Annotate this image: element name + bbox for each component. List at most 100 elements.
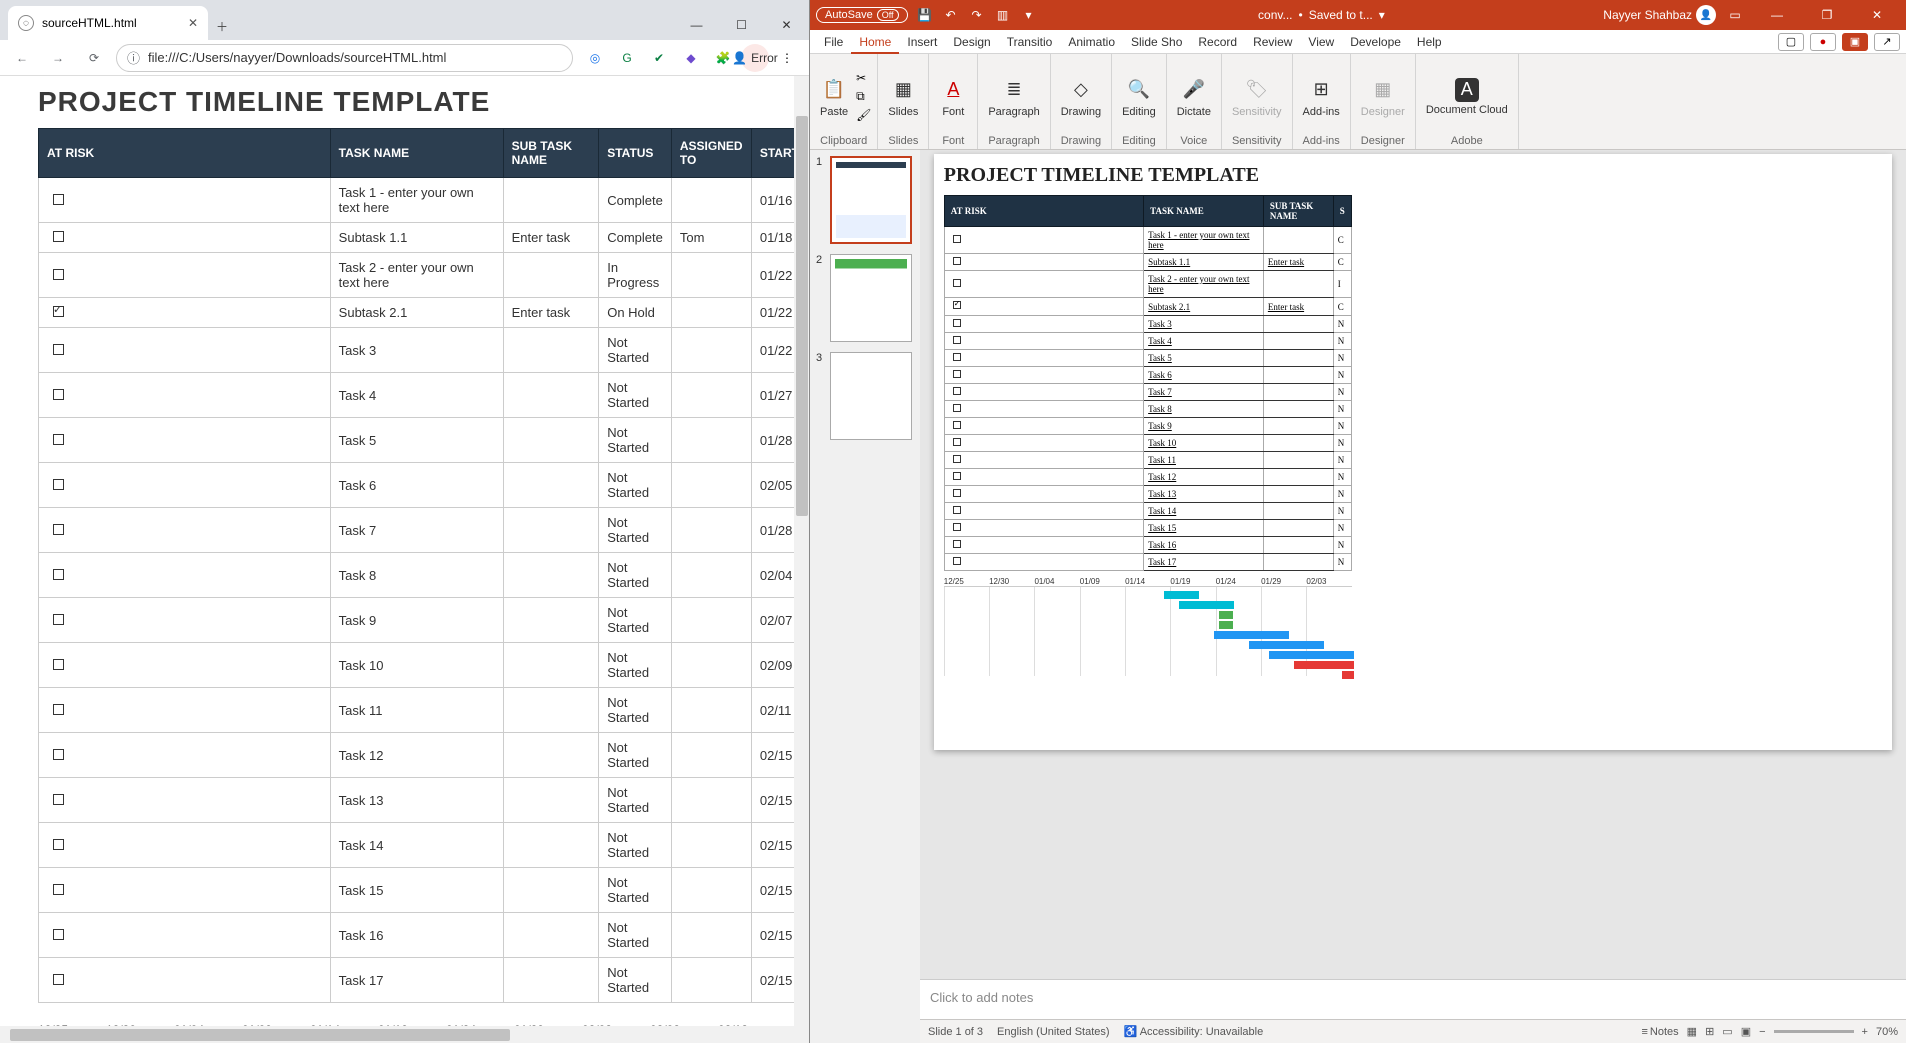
vertical-scrollbar[interactable] [794,76,809,1026]
ribbon-tab[interactable]: Design [945,32,998,52]
maximize-icon[interactable]: ☐ [719,10,764,40]
checkbox-icon[interactable] [53,974,64,985]
autosave-toggle[interactable]: AutoSave Off [816,7,908,23]
checkbox-icon[interactable] [53,794,64,805]
checkbox-icon[interactable] [53,389,64,400]
checkbox-icon[interactable] [53,749,64,760]
reading-view-icon[interactable]: ▭ [1722,1025,1732,1038]
ribbon-tab[interactable]: Record [1190,32,1245,52]
language-indicator[interactable]: English (United States) [997,1026,1110,1038]
new-tab-button[interactable]: ＋ [208,12,236,40]
drawing-button[interactable]: ◇Drawing [1057,74,1105,120]
doccloud-button[interactable]: ADocument Cloud [1422,76,1512,118]
checkbox-icon[interactable] [53,269,64,280]
zoom-out-icon[interactable]: − [1759,1026,1765,1038]
accessibility-indicator[interactable]: ♿ Accessibility: Unavailable [1124,1025,1264,1038]
ext-icon[interactable]: ◎ [581,44,609,72]
back-button[interactable]: ← [8,44,36,72]
share-icon[interactable]: ▣ [1842,33,1868,51]
ribbon-tab[interactable]: Develope [1342,32,1409,52]
ribbon-tab[interactable]: Slide Sho [1123,32,1190,52]
close-icon[interactable]: ✕ [1854,0,1900,30]
paragraph-icon: ≣ [1000,76,1028,104]
minimize-icon[interactable]: — [674,10,719,40]
notes-button[interactable]: ≡ Notes [1641,1026,1678,1038]
task-cell: Subtask 2.1 [330,298,503,328]
gantt-date: 01/29 [1261,577,1306,586]
cut-icon[interactable]: ✂ [856,71,871,85]
checkbox-icon[interactable] [53,929,64,940]
zoom-level[interactable]: 70% [1876,1026,1898,1038]
checkbox-icon[interactable] [53,659,64,670]
gantt-bar [1269,651,1354,659]
comments-icon[interactable]: ↗ [1874,33,1900,51]
slides-button[interactable]: ▦Slides [884,74,922,120]
checkbox-icon[interactable] [53,839,64,850]
record-icon[interactable]: ● [1810,33,1836,51]
present-icon[interactable]: ▢ [1778,33,1804,51]
checkbox-icon[interactable] [53,479,64,490]
font-button[interactable]: AFont [935,74,971,120]
address-bar[interactable]: ⓘ file:///C:/Users/nayyer/Downloads/sour… [116,44,573,72]
profile-error-badge[interactable]: 👤 Error [741,44,769,72]
close-icon[interactable]: ✕ [764,10,809,40]
checkbox-icon[interactable] [53,614,64,625]
ribbon-tab[interactable]: Animatio [1060,32,1123,52]
ribbon-tab[interactable]: Review [1245,32,1300,52]
ext-icon[interactable]: ◆ [677,44,705,72]
sorter-view-icon[interactable]: ⊞ [1705,1025,1714,1038]
horizontal-scrollbar[interactable] [0,1026,809,1043]
checkbox-icon[interactable] [53,434,64,445]
restore-icon[interactable]: ❐ [1804,0,1850,30]
editing-button[interactable]: 🔍Editing [1118,74,1160,120]
ribbon-tab[interactable]: Help [1409,32,1450,52]
dictate-button[interactable]: 🎤Dictate [1173,74,1215,120]
checkbox-icon[interactable] [53,231,64,242]
qat-dropdown-icon[interactable]: ▾ [1018,4,1040,26]
checkbox-icon[interactable] [53,569,64,580]
checkbox-icon[interactable] [53,884,64,895]
undo-icon[interactable]: ↶ [940,4,962,26]
ribbon-tab[interactable]: Transitio [999,32,1061,52]
font-icon: A [939,76,967,104]
ribbon-tab[interactable]: File [816,32,851,52]
forward-button[interactable]: → [44,44,72,72]
ribbon-tab[interactable]: Insert [899,32,945,52]
slideshow-view-icon[interactable]: ▣ [1741,1025,1751,1038]
subtask-cell [1263,503,1333,520]
zoom-in-icon[interactable]: + [1862,1026,1868,1038]
paragraph-button[interactable]: ≣Paragraph [984,74,1043,120]
save-icon[interactable]: 💾 [914,4,936,26]
checkbox-icon[interactable] [53,704,64,715]
zoom-slider[interactable] [1774,1030,1854,1033]
paste-button[interactable]: 📋Paste [816,74,852,120]
ribbon-tab[interactable]: View [1300,32,1342,52]
copy-icon[interactable]: ⧉ [856,89,871,104]
slide-thumbnail[interactable] [830,352,912,440]
checkbox-icon[interactable] [53,194,64,205]
notes-pane[interactable]: Click to add notes [920,979,1906,1019]
format-painter-icon[interactable]: 🖌 [856,108,871,122]
ext-icon[interactable]: ✔ [645,44,673,72]
menu-icon[interactable]: ⋮ [773,44,801,72]
ribbon-tab[interactable]: Home [851,32,899,54]
ribbon-display-icon[interactable]: ▭ [1720,0,1750,30]
minimize-icon[interactable]: — [1754,0,1800,30]
status-cell: Not Started [599,508,672,553]
browser-tab[interactable]: ◌ sourceHTML.html ✕ [8,6,208,40]
reload-button[interactable]: ⟳ [80,44,108,72]
ext-icon[interactable]: G [613,44,641,72]
checkbox-icon[interactable] [53,344,64,355]
slide-editor[interactable]: PROJECT TIMELINE TEMPLATE AT RISK TASK N… [920,150,1906,979]
normal-view-icon[interactable]: ▦ [1687,1025,1697,1038]
checkbox-icon[interactable] [53,306,64,317]
user-avatar-icon[interactable]: 👤 [1696,5,1716,25]
checkbox-icon[interactable] [53,524,64,535]
slide-thumbnail[interactable] [830,254,912,342]
slide-thumbnail[interactable] [830,156,912,244]
tab-close-icon[interactable]: ✕ [188,16,198,30]
slideshow-icon[interactable]: ▥ [992,4,1014,26]
redo-icon[interactable]: ↷ [966,4,988,26]
addins-button[interactable]: ⊞Add-ins [1299,74,1344,120]
slide-indicator[interactable]: Slide 1 of 3 [928,1026,983,1038]
